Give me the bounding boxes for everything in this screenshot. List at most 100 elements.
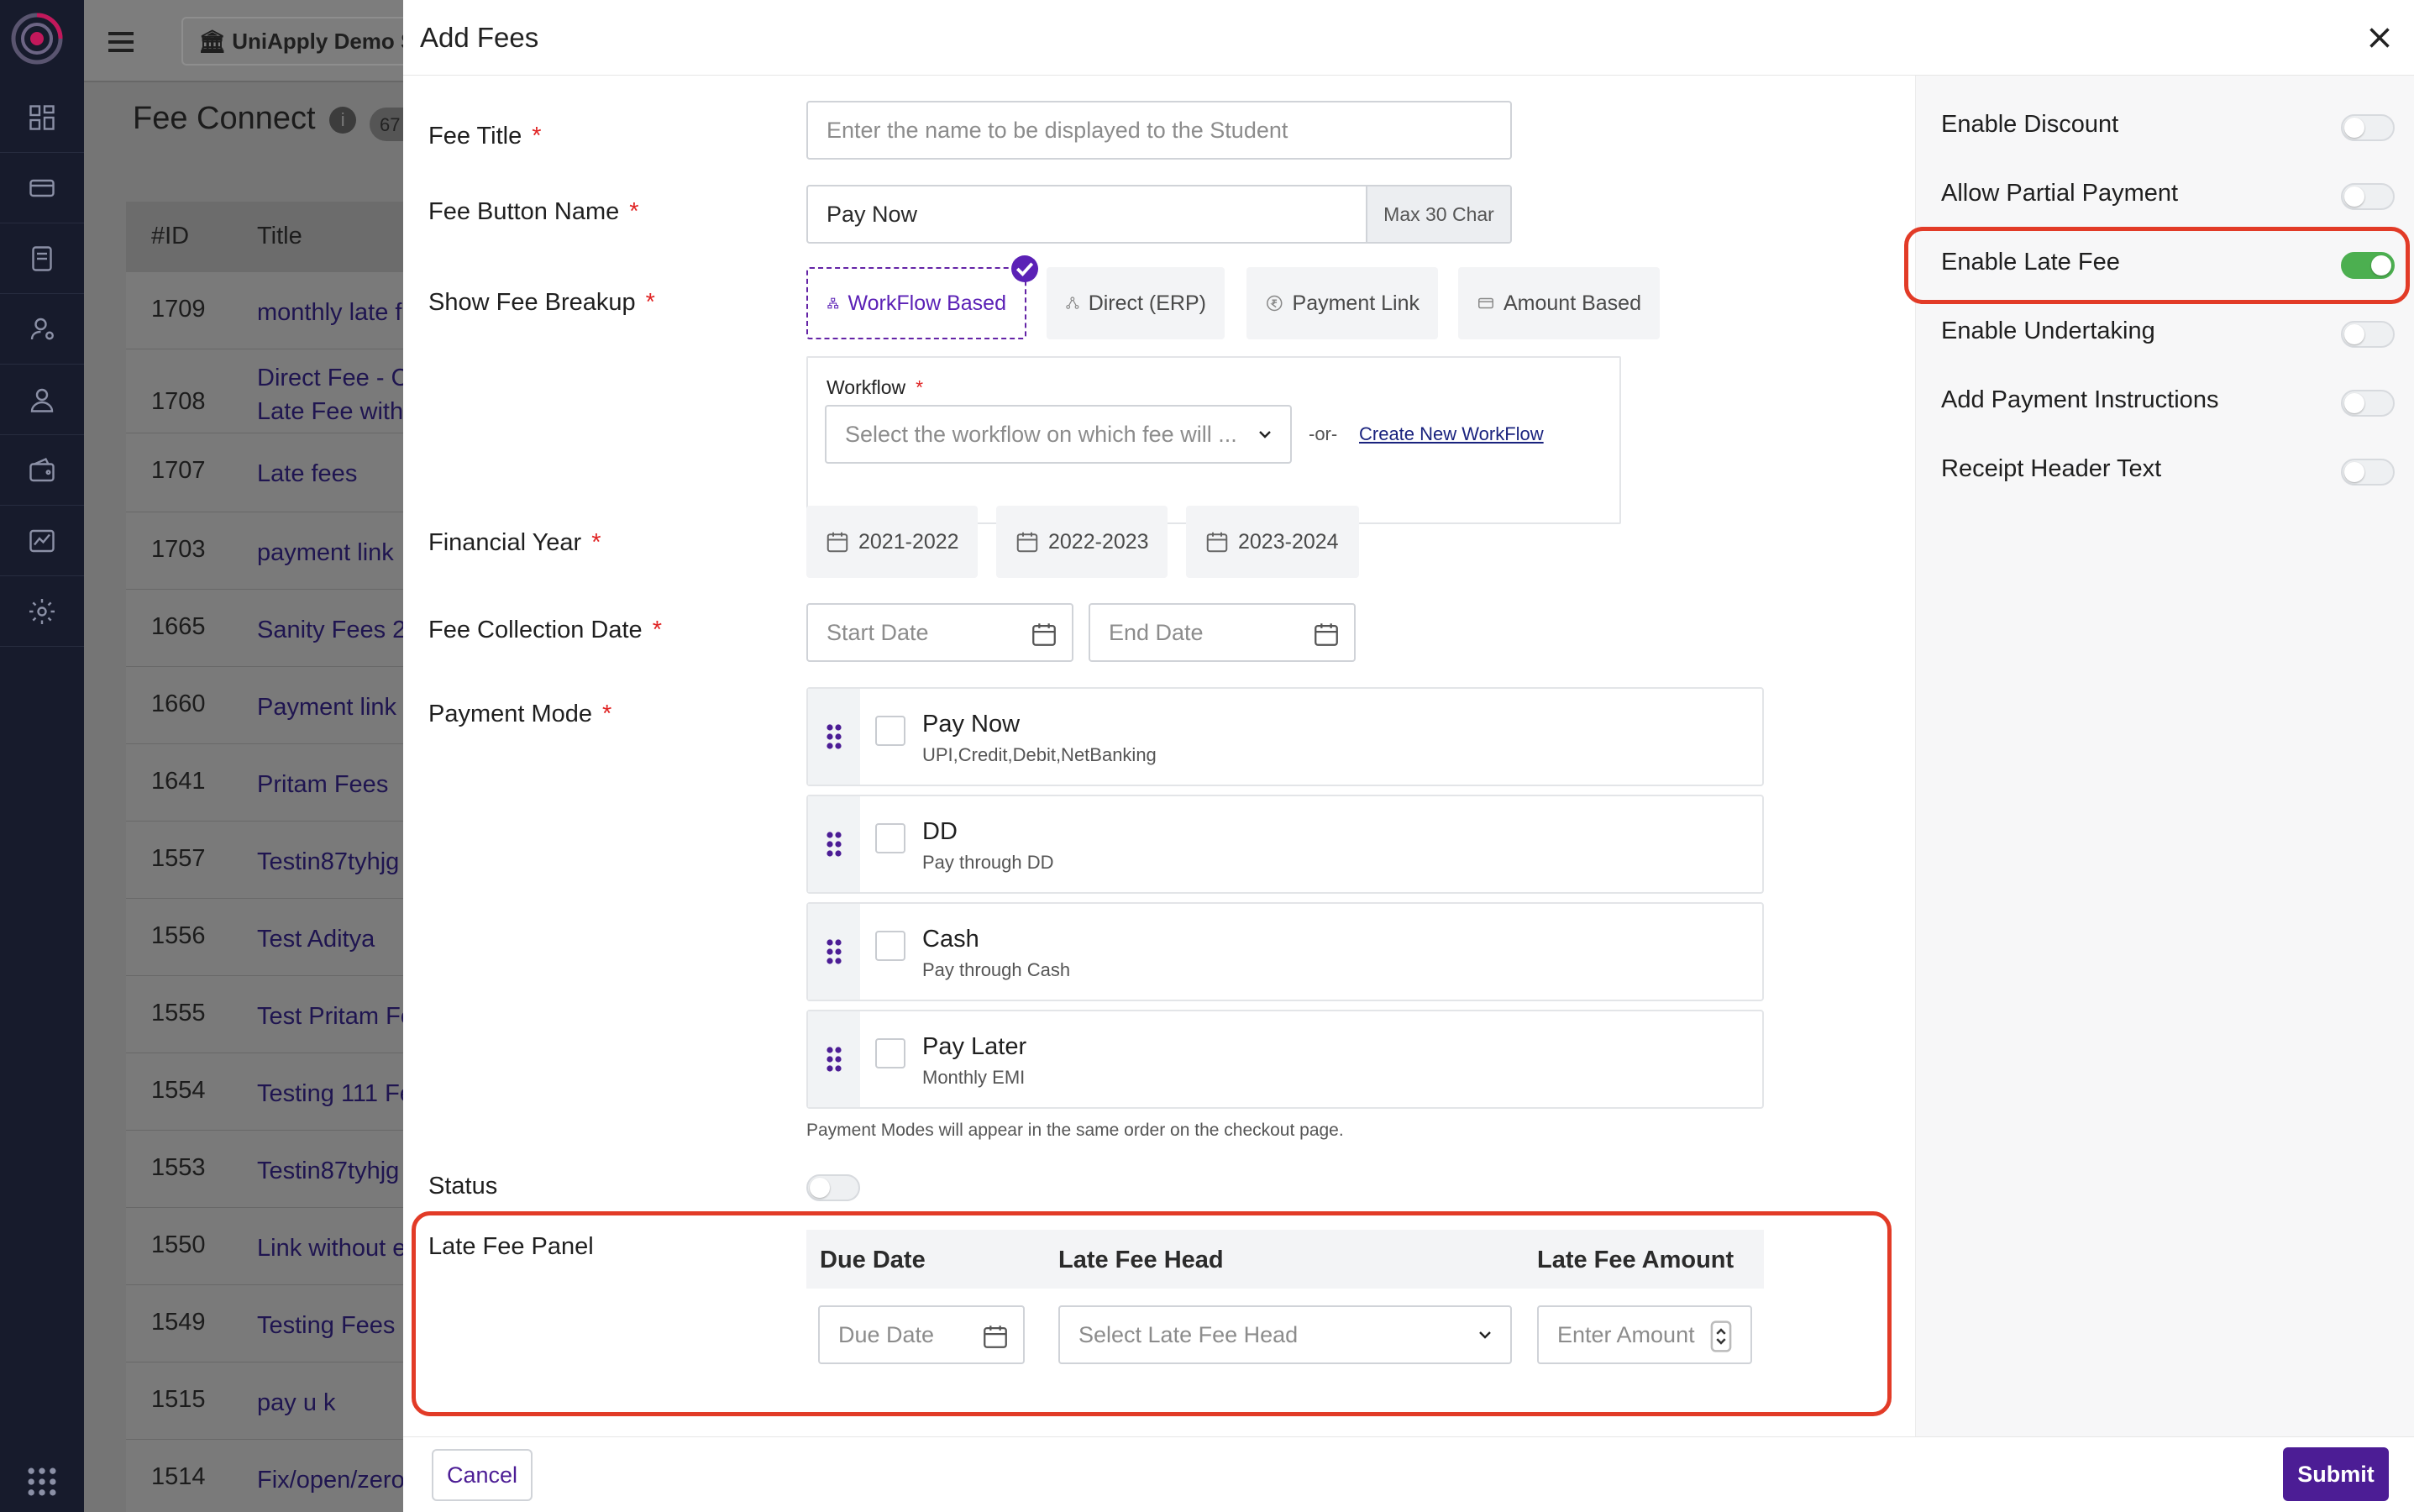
- end-date-input[interactable]: End Date: [1089, 603, 1356, 662]
- nav-dashboard[interactable]: [0, 82, 84, 153]
- start-date-input[interactable]: Start Date: [806, 603, 1073, 662]
- workflow-box: Workflow * Select the workflow on which f…: [806, 356, 1621, 524]
- check-icon: [1011, 255, 1038, 282]
- fee-title-input[interactable]: Enter the name to be displayed to the St…: [806, 101, 1512, 160]
- page-title: Fee Connect i: [133, 101, 357, 137]
- setting-row: Allow Partial Payment: [1941, 171, 2395, 222]
- row-id: 1707: [151, 457, 206, 484]
- payment-mode-label: Payment Mode *: [428, 701, 612, 727]
- nav-wallet[interactable]: [0, 435, 84, 506]
- row-title[interactable]: pay u k: [257, 1386, 336, 1420]
- setting-toggle[interactable]: [2341, 321, 2395, 348]
- row-id: 1708: [151, 388, 206, 415]
- student-icon: [30, 388, 54, 412]
- modal-footer: Cancel Submit: [403, 1436, 2414, 1512]
- nav-payments[interactable]: [0, 153, 84, 223]
- payment-mode-item[interactable]: Pay Now UPI,Credit,Debit,NetBanking: [806, 687, 1764, 786]
- row-title[interactable]: Payment link: [257, 690, 396, 724]
- app-logo[interactable]: [10, 12, 64, 66]
- row-title[interactable]: Test Pritam Fe: [257, 1000, 414, 1033]
- wallet-icon: [29, 457, 55, 481]
- max-char-addon: Max 30 Char: [1366, 186, 1510, 242]
- nav-users[interactable]: [0, 294, 84, 365]
- drag-handle-icon[interactable]: [808, 689, 860, 785]
- option-direct-erp[interactable]: Direct (ERP): [1047, 267, 1225, 339]
- left-nav: [0, 0, 84, 1512]
- row-id: 1709: [151, 296, 206, 323]
- apps-grid-icon[interactable]: [24, 1463, 60, 1500]
- drag-handle-icon[interactable]: [808, 1011, 860, 1107]
- row-title[interactable]: Link without e: [257, 1231, 406, 1265]
- payment-mode-item[interactable]: DD Pay through DD: [806, 795, 1764, 894]
- row-id: 1556: [151, 922, 206, 949]
- payment-mode-checkbox[interactable]: [875, 931, 905, 961]
- row-id: 1553: [151, 1154, 206, 1181]
- cancel-button[interactable]: Cancel: [432, 1449, 533, 1501]
- status-label: Status: [428, 1173, 498, 1200]
- row-id: 1515: [151, 1386, 206, 1413]
- gear-icon: [29, 598, 55, 624]
- workflow-select[interactable]: Select the workflow on which fee will ..…: [825, 405, 1292, 464]
- row-title[interactable]: payment link: [257, 536, 394, 570]
- row-title[interactable]: Pritam Fees: [257, 768, 388, 801]
- payment-mode-subtitle: UPI,Credit,Debit,NetBanking: [922, 744, 1157, 765]
- calendar-icon[interactable]: [1312, 620, 1341, 648]
- setting-label: Allow Partial Payment: [1941, 180, 2179, 207]
- setting-toggle[interactable]: [2341, 390, 2395, 417]
- fee-button-name-input[interactable]: Pay Now Max 30 Char: [806, 185, 1512, 244]
- row-title[interactable]: Test Aditya: [257, 922, 375, 956]
- financial-year-label: Financial Year *: [428, 529, 601, 556]
- option-amount-based[interactable]: Amount Based: [1458, 267, 1660, 339]
- row-title[interactable]: Testin87tyhjg: [257, 1154, 399, 1188]
- payment-mode-checkbox[interactable]: [875, 823, 905, 853]
- year-option-2023-2024[interactable]: 2023-2024: [1186, 506, 1359, 578]
- row-title[interactable]: Sanity Fees 2: [257, 613, 406, 647]
- drag-handle-icon[interactable]: [808, 796, 860, 892]
- status-toggle[interactable]: [806, 1174, 860, 1201]
- setting-row: Enable Discount: [1941, 102, 2395, 153]
- info-icon[interactable]: i: [329, 106, 357, 134]
- setting-toggle[interactable]: [2341, 183, 2395, 210]
- option-workflow-based[interactable]: WorkFlow Based: [806, 255, 1038, 339]
- option-payment-link[interactable]: Payment Link: [1246, 267, 1438, 339]
- row-title[interactable]: Direct Fee - C Late Fee with: [257, 361, 408, 428]
- payment-mode-item[interactable]: Cash Pay through Cash: [806, 902, 1764, 1001]
- setting-toggle[interactable]: [2341, 459, 2395, 486]
- submit-button[interactable]: Submit: [2283, 1447, 2389, 1501]
- setting-toggle[interactable]: [2341, 114, 2395, 141]
- fee-title-label: Fee Title *: [428, 123, 542, 150]
- create-workflow-link[interactable]: Create New WorkFlow: [1359, 423, 1544, 445]
- row-title[interactable]: Testin87tyhjg: [257, 845, 399, 879]
- payment-mode-item[interactable]: Pay Later Monthly EMI: [806, 1010, 1764, 1109]
- column-header-id: #ID: [151, 223, 190, 249]
- row-id: 1703: [151, 536, 206, 563]
- nav-settings[interactable]: [0, 576, 84, 647]
- row-id: 1554: [151, 1077, 206, 1104]
- row-title[interactable]: monthly late f: [257, 296, 401, 329]
- payment-mode-checkbox[interactable]: [875, 1038, 905, 1068]
- row-title[interactable]: Fix/open/zero: [257, 1463, 405, 1497]
- row-title[interactable]: Late fees: [257, 457, 357, 491]
- calendar-icon[interactable]: [1030, 620, 1058, 648]
- nav-reports[interactable]: [0, 506, 84, 576]
- payment-mode-checkbox[interactable]: [875, 716, 905, 746]
- payment-mode-title: Pay Later: [922, 1033, 1027, 1060]
- year-option-2021-2022[interactable]: 2021-2022: [806, 506, 978, 578]
- year-option-2022-2023[interactable]: 2022-2023: [996, 506, 1168, 578]
- row-id: 1549: [151, 1309, 206, 1336]
- menu-icon[interactable]: [104, 25, 138, 59]
- payment-mode-subtitle: Pay through Cash: [922, 959, 1071, 980]
- chevron-down-icon: [1259, 431, 1271, 438]
- user-settings-icon: [30, 318, 54, 339]
- payment-mode-subtitle: Monthly EMI: [922, 1067, 1026, 1088]
- drag-handle-icon[interactable]: [808, 904, 860, 1000]
- row-id: 1555: [151, 1000, 206, 1026]
- nav-documents[interactable]: [0, 223, 84, 294]
- calendar-icon: [827, 532, 848, 553]
- nav-students[interactable]: [0, 365, 84, 435]
- close-icon[interactable]: [2362, 20, 2397, 55]
- payment-mode-title: Cash: [922, 926, 979, 953]
- row-title[interactable]: Testing 111 Fe: [257, 1077, 413, 1110]
- modal-form: Fee Title * Enter the name to be displaye…: [403, 76, 1915, 1436]
- row-title[interactable]: Testing Fees: [257, 1309, 395, 1342]
